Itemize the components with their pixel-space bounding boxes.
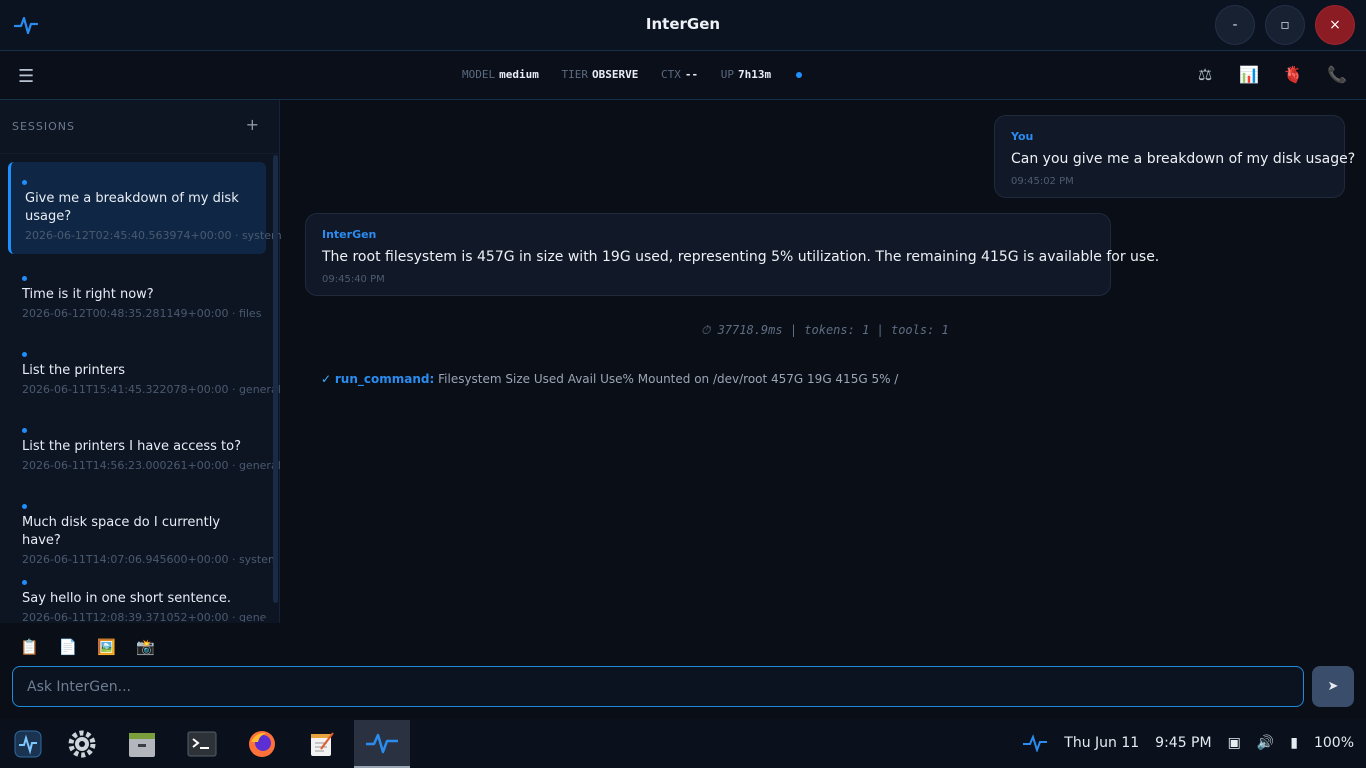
balance-icon[interactable]: ⚖ bbox=[1194, 65, 1216, 84]
camera-icon[interactable]: 📸 bbox=[136, 638, 155, 656]
tier-value: OBSERVE bbox=[592, 68, 639, 81]
window-title: InterGen bbox=[645, 15, 721, 33]
message-text: The root filesystem is 457G in size with… bbox=[322, 249, 1160, 265]
terminal-icon[interactable] bbox=[174, 720, 230, 768]
session-item[interactable]: Say hello in one short sentence. 2026-06… bbox=[8, 562, 266, 622]
new-session-button[interactable]: + bbox=[246, 115, 259, 134]
session-meta: 2026-06-11T15:41:45.322078+00:00 · gener… bbox=[22, 383, 281, 396]
connection-dot-icon bbox=[795, 72, 802, 78]
session-item[interactable]: Time is it right now? 2026-06-12T00:48:3… bbox=[8, 258, 266, 330]
chart-icon[interactable]: 📊 bbox=[1238, 65, 1260, 84]
sessions-sidebar: SESSIONS + Give me a breakdown of my dis… bbox=[0, 100, 282, 623]
system-tray: Thu Jun 11 9:45 PM ▣ 🔊 ▮ 100% bbox=[1022, 734, 1354, 752]
battery-level: 100% bbox=[1313, 735, 1354, 751]
title-bar: InterGen - ▫ × bbox=[0, 0, 1366, 51]
firefox-icon[interactable] bbox=[234, 720, 290, 768]
session-dot-icon bbox=[22, 580, 27, 585]
document-icon[interactable]: 📄 bbox=[59, 638, 78, 656]
ctx-value: -- bbox=[684, 68, 699, 81]
tool-result: ✓ run_command: Filesystem Size Used Avai… bbox=[321, 372, 898, 386]
session-dot-icon bbox=[22, 504, 27, 509]
message-input[interactable] bbox=[13, 667, 1303, 706]
chat-area: You Can you give me a breakdown of my di… bbox=[281, 100, 1366, 623]
tier-key: TIER bbox=[561, 68, 589, 81]
uptime-key: UP bbox=[720, 68, 734, 81]
session-dot-icon bbox=[22, 428, 27, 433]
tool-output: Filesystem Size Used Avail Use% Mounted … bbox=[438, 372, 899, 386]
session-meta: 2026-06-12T00:48:35.281149+00:00 · files bbox=[22, 307, 262, 320]
battery-icon[interactable]: ▮ bbox=[1290, 735, 1298, 751]
message-author: You bbox=[1011, 130, 1034, 143]
uptime-value: 7h13m bbox=[737, 68, 772, 81]
session-item-active[interactable]: Give me a breakdown of my disk usage? 20… bbox=[8, 162, 282, 254]
status-bar: ☰ MODEL medium TIER OBSERVE CTX -- UP 7h13m … bbox=[0, 51, 1366, 100]
close-button[interactable]: × bbox=[1315, 5, 1355, 45]
check-icon: ✓ bbox=[321, 372, 332, 386]
intergen-icon[interactable] bbox=[354, 720, 410, 768]
ctx-key: CTX bbox=[660, 68, 681, 81]
pulse-icon[interactable] bbox=[0, 720, 56, 768]
menu-icon[interactable]: ☰ bbox=[18, 66, 34, 87]
image-icon[interactable]: 🖼️ bbox=[97, 638, 116, 656]
session-dot-icon bbox=[22, 276, 27, 281]
send-button[interactable]: ➤ bbox=[1312, 666, 1354, 707]
session-title: Say hello in one short sentence. bbox=[22, 591, 232, 606]
sessions-scrollbar[interactable] bbox=[273, 155, 278, 603]
message-time: 09:45:02 PM bbox=[1011, 176, 1074, 187]
message-text: Can you give me a breakdown of my disk u… bbox=[1011, 151, 1356, 167]
heart-icon[interactable]: 🫀 bbox=[1282, 65, 1304, 84]
intergen-tray-icon[interactable] bbox=[1022, 734, 1048, 752]
session-title: List the printers bbox=[22, 363, 125, 378]
taskbar: Thu Jun 11 9:45 PM ▣ 🔊 ▮ 100% bbox=[0, 719, 1366, 768]
assistant-message: InterGen The root filesystem is 457G in … bbox=[305, 213, 1160, 296]
session-item[interactable]: List the printers 2026-06-11T15:41:45.32… bbox=[8, 334, 281, 406]
tool-name: run_command: bbox=[334, 372, 435, 386]
session-item[interactable]: Much disk space do I currently have? 202… bbox=[8, 486, 279, 566]
user-message: You Can you give me a breakdown of my di… bbox=[994, 115, 1356, 198]
session-meta: 2026-06-11T12:08:39.371052+00:00 · gener… bbox=[22, 611, 266, 622]
status-readout: MODEL medium TIER OBSERVE CTX -- UP 7h13m bbox=[462, 68, 802, 81]
session-meta: 2026-06-12T02:45:40.563974+00:00 · syste… bbox=[25, 229, 282, 242]
sessions-heading: SESSIONS bbox=[12, 120, 76, 133]
session-title: Give me a breakdown of my disk usage? bbox=[25, 191, 239, 224]
files-icon[interactable] bbox=[114, 720, 170, 768]
notes-icon[interactable] bbox=[294, 720, 350, 768]
message-author: InterGen bbox=[322, 228, 377, 241]
maximize-button[interactable]: ▫ bbox=[1265, 5, 1305, 45]
session-dot-icon bbox=[22, 180, 27, 185]
session-item[interactable]: List the printers I have access to? 2026… bbox=[8, 410, 281, 482]
session-title: Time is it right now? bbox=[22, 287, 154, 302]
clock-date[interactable]: Thu Jun 11 bbox=[1064, 735, 1139, 751]
session-title: Much disk space do I currently have? bbox=[22, 515, 221, 548]
settings-icon[interactable] bbox=[54, 720, 110, 768]
response-metrics: ⏱ 37718.9ms | tokens: 1 | tools: 1 bbox=[701, 323, 949, 337]
message-input-wrapper bbox=[12, 666, 1304, 707]
session-meta: 2026-06-11T14:56:23.000261+00:00 · gener… bbox=[22, 459, 281, 472]
volume-icon[interactable]: 🔊 bbox=[1257, 735, 1274, 751]
clock-time[interactable]: 9:45 PM bbox=[1155, 735, 1211, 751]
clipboard-icon[interactable]: 📋 bbox=[20, 638, 39, 656]
minimize-button[interactable]: - bbox=[1215, 5, 1255, 45]
phone-icon[interactable]: 📞 bbox=[1326, 65, 1348, 84]
session-title: List the printers I have access to? bbox=[22, 439, 242, 454]
session-dot-icon bbox=[22, 352, 27, 357]
model-key: MODEL bbox=[462, 68, 496, 81]
network-icon[interactable]: ▣ bbox=[1228, 735, 1241, 751]
model-value: medium bbox=[499, 68, 539, 81]
message-time: 09:45:40 PM bbox=[322, 274, 385, 285]
